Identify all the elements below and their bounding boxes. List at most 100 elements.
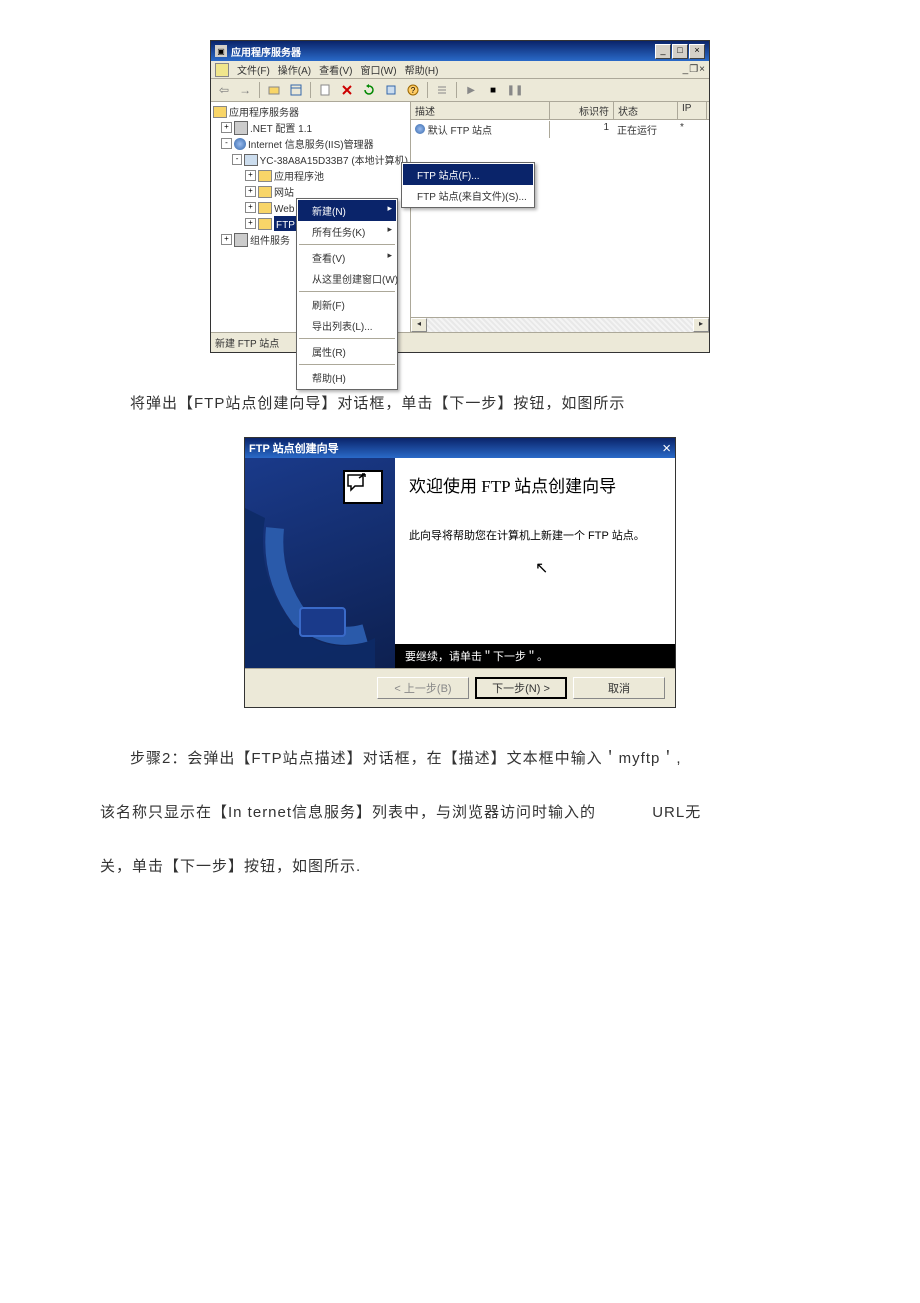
child-restore-button[interactable]: ❐ <box>689 64 698 75</box>
tree-item[interactable]: + 应用程序池 <box>213 168 408 184</box>
wizard-doc-icon <box>343 470 383 504</box>
menu-window[interactable]: 窗口(W) <box>360 62 396 77</box>
tree-root[interactable]: 应用程序服务器 <box>213 104 408 120</box>
ctx-export[interactable]: 导出列表(L)... <box>298 315 396 332</box>
wizard-back-button[interactable]: < 上一步(B) <box>377 677 469 699</box>
col-state[interactable]: 状态 <box>614 102 678 119</box>
tree-item[interactable]: - Internet 信息服务(IIS)管理器 <box>213 136 408 152</box>
folder-icon <box>213 106 227 118</box>
wizard-close-button[interactable]: × <box>662 440 671 457</box>
titlebar[interactable]: ▣ 应用程序服务器 _ □ × <box>211 41 709 61</box>
col-description[interactable]: 描述 <box>411 102 550 119</box>
ctx-ftp-file[interactable]: FTP 站点(来自文件)(S)... <box>403 185 533 206</box>
col-identifier[interactable]: 标识符 <box>550 102 614 119</box>
submenu-arrow-icon: ▸ <box>387 203 392 214</box>
submenu-arrow-icon: ▸ <box>387 250 392 261</box>
list-pane[interactable]: 描述 标识符 状态 IP 默认 FTP 站点 1 正在运行 * FTP 站点(F… <box>411 102 709 332</box>
stop-icon[interactable]: ■ <box>483 81 503 99</box>
context-menu: 新建(N)▸ 所有任务(K)▸ 查看(V)▸ 从这里创建窗口(W) 刷新(F) … <box>296 198 398 332</box>
child-close-button[interactable]: × <box>699 64 705 75</box>
computer-icon <box>244 154 257 166</box>
horizontal-scrollbar[interactable]: ◂ ▸ <box>411 317 709 332</box>
expand-icon[interactable]: + <box>245 202 256 213</box>
collapse-icon[interactable]: - <box>232 154 242 165</box>
list-row[interactable]: 默认 FTP 站点 1 正在运行 * <box>411 120 709 139</box>
ctx-ftp-site[interactable]: FTP 站点(F)... <box>403 164 533 185</box>
toolbar-separator <box>427 82 428 98</box>
help-icon[interactable]: ? <box>403 81 423 99</box>
toolbar-separator <box>456 82 457 98</box>
col-ip[interactable]: IP <box>678 102 707 119</box>
child-minimize-button[interactable]: _ <box>683 64 689 75</box>
menu-help[interactable]: 帮助(H) <box>405 62 439 77</box>
menu-view[interactable]: 查看(V) <box>319 62 352 77</box>
ctx-view[interactable]: 查看(V) ▸ <box>298 247 396 268</box>
collapse-icon[interactable]: - <box>221 138 232 149</box>
properties-icon[interactable] <box>315 81 335 99</box>
para-3: 该名称只显示在【In ternet信息服务】列表中，与浏览器访问时输入的 URL… <box>100 792 820 834</box>
menu-file[interactable]: 文件(F) <box>237 62 270 77</box>
play-icon[interactable]: ▶ <box>461 81 481 99</box>
wizard-titlebar[interactable]: FTP 站点创建向导 × <box>245 438 675 458</box>
wizard-footer: < 上一步(B) 下一步(N) > 取消 <box>245 668 675 707</box>
show-hide-icon[interactable] <box>286 81 306 99</box>
folder-icon <box>258 202 272 214</box>
ctx-refresh[interactable]: 刷新(F) <box>298 294 396 315</box>
tree-item[interactable]: + .NET 配置 1.1 <box>213 120 408 136</box>
scroll-track[interactable] <box>427 318 693 332</box>
list-view-icon[interactable] <box>432 81 452 99</box>
expand-icon[interactable]: + <box>245 170 256 181</box>
folder-icon <box>258 186 272 198</box>
mmc-icon <box>215 63 229 77</box>
minimize-button[interactable]: _ <box>655 44 671 59</box>
close-button[interactable]: × <box>689 44 705 59</box>
menu-action[interactable]: 操作(A) <box>278 62 311 77</box>
para-3a: 该名称只显示在【In ternet信息服务】列表中，与浏览器访问时输入的 <box>100 804 596 821</box>
export-icon[interactable] <box>381 81 401 99</box>
cell-id: 1 <box>550 121 613 138</box>
tree-item[interactable]: -YC-38A8A15D33B7 (本地计算机) <box>213 152 408 168</box>
folder-icon <box>258 218 272 230</box>
maximize-button[interactable]: □ <box>672 44 688 59</box>
forward-button[interactable]: → <box>235 83 255 97</box>
expand-icon[interactable]: + <box>221 122 232 133</box>
tree-label: .NET 配置 1.1 <box>250 120 312 135</box>
ctx-label: 所有任务(K) <box>312 228 365 239</box>
wizard-body: 欢迎使用 FTP 站点创建向导 此向导将帮助您在计算机上新建一个 FTP 站点。… <box>245 458 675 668</box>
menu-separator <box>299 244 395 245</box>
wizard-cancel-button[interactable]: 取消 <box>573 677 665 699</box>
para-step2: 步骤2：会弹出【FTP站点描述】对话框，在【描述】文本框中输入＇myftp＇, <box>100 738 820 780</box>
up-icon[interactable] <box>264 81 284 99</box>
menu-separator <box>299 291 395 292</box>
wizard-description: 此向导将帮助您在计算机上新建一个 FTP 站点。 <box>409 527 661 543</box>
scroll-right-button[interactable]: ▸ <box>693 318 709 332</box>
ctx-new[interactable]: 新建(N)▸ <box>298 200 396 221</box>
wizard-next-button[interactable]: 下一步(N) > <box>475 677 567 699</box>
ctx-label: FTP 站点(F)... <box>417 171 480 182</box>
delete-icon[interactable] <box>337 81 357 99</box>
expand-icon[interactable]: + <box>245 218 256 229</box>
wizard-sidebar <box>245 458 395 668</box>
tree-label: Internet 信息服务(IIS)管理器 <box>248 136 374 151</box>
refresh-icon[interactable] <box>359 81 379 99</box>
back-button[interactable]: ⇦ <box>215 83 233 97</box>
scroll-left-button[interactable]: ◂ <box>411 318 427 332</box>
tree-pane[interactable]: 应用程序服务器 +.NET 配置 1.1 -Internet 信息服务(IIS)… <box>211 102 411 332</box>
toolbar: ⇦ → ? ▶ ■ ❚❚ <box>211 79 709 102</box>
context-submenu: FTP 站点(F)... FTP 站点(来自文件)(S)... <box>401 162 535 208</box>
ctx-label: 查看(V) <box>312 254 345 265</box>
expand-icon[interactable]: + <box>221 234 232 245</box>
list-header: 描述 标识符 状态 IP <box>411 102 709 120</box>
ctx-label: 导出列表(L)... <box>312 322 373 332</box>
toolbar-separator <box>259 82 260 98</box>
folder-icon <box>258 170 272 182</box>
ctx-newwin[interactable]: 从这里创建窗口(W) <box>298 268 396 289</box>
ctx-alltasks[interactable]: 所有任务(K)▸ <box>298 221 396 242</box>
para-4: 关，单击【下一步】按钮，如图所示. <box>100 846 820 888</box>
tree-label: 应用程序池 <box>274 168 324 183</box>
globe-icon <box>234 138 246 150</box>
window-title: 应用程序服务器 <box>231 44 655 59</box>
pause-icon[interactable]: ❚❚ <box>505 81 525 99</box>
ftp-wizard-dialog: FTP 站点创建向导 × 欢迎使用 FTP 站点创建向导 此向导将帮助您在计算机… <box>244 437 676 708</box>
expand-icon[interactable]: + <box>245 186 256 197</box>
